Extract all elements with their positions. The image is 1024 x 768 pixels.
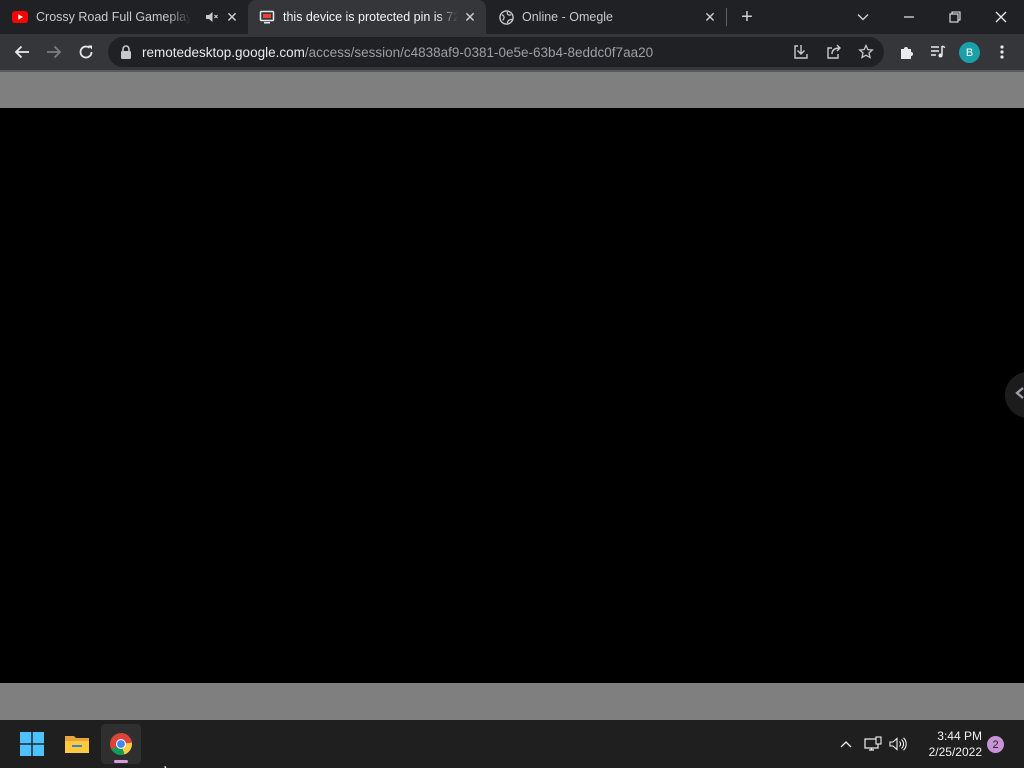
new-tab-button[interactable]: + <box>737 6 757 28</box>
profile-avatar[interactable]: B <box>959 42 980 63</box>
clock-time: 3:44 PM <box>937 729 982 743</box>
clock-date: 2/25/2022 <box>928 745 982 759</box>
remote-desktop-icon <box>259 9 275 25</box>
tab-title: Online - Omegle <box>522 10 614 24</box>
url-text: remotedesktop.google.com/access/session/… <box>142 45 653 60</box>
tab-strip: Crossy Road Full Gameplay Walkthrough ✕ … <box>0 0 1024 34</box>
restore-icon[interactable] <box>942 4 968 30</box>
running-indicator <box>114 760 128 763</box>
windows-start-icon[interactable] <box>12 724 52 764</box>
mouse-pointer-icon <box>164 763 174 768</box>
close-tab-icon[interactable]: ✕ <box>223 8 241 26</box>
tab-title: Crossy Road Full Gameplay Walkthrough <box>36 10 191 24</box>
back-arrow-icon[interactable] <box>10 40 34 64</box>
tab-remote-desktop[interactable]: this device is protected pin is 723 ✕ <box>248 0 486 34</box>
youtube-icon <box>12 9 28 25</box>
reload-icon[interactable] <box>74 40 98 64</box>
system-clock[interactable]: 3:44 PM 2/25/2022 <box>912 728 982 760</box>
address-bar[interactable]: remotedesktop.google.com/access/session/… <box>108 37 884 67</box>
volume-icon[interactable] <box>888 734 908 754</box>
share-icon[interactable] <box>824 42 844 62</box>
network-icon[interactable] <box>863 734 883 754</box>
tab-crossy-road[interactable]: Crossy Road Full Gameplay Walkthrough ✕ <box>12 0 246 34</box>
tab-divider <box>726 8 727 26</box>
extensions-puzzle-icon[interactable] <box>895 40 919 64</box>
letterbox-top <box>0 70 1024 108</box>
muted-speaker-icon[interactable] <box>204 9 220 25</box>
windows-taskbar: 3:44 PM 2/25/2022 2 <box>0 720 1024 768</box>
letterbox-bottom <box>0 683 1024 720</box>
notification-badge[interactable]: 2 <box>987 736 1004 753</box>
close-window-icon[interactable] <box>988 4 1014 30</box>
tab-search-chevron-down-icon[interactable] <box>850 4 876 30</box>
remote-session-viewport[interactable] <box>0 70 1024 720</box>
bookmark-star-icon[interactable] <box>856 42 876 62</box>
browser-toolbar: remotedesktop.google.com/access/session/… <box>0 34 1024 70</box>
lock-icon[interactable] <box>120 45 132 59</box>
session-options-panel-handle[interactable] <box>1005 372 1024 418</box>
media-control-icon[interactable] <box>926 40 950 64</box>
url-path: /access/session/c4838af9-0381-0e5e-63b4-… <box>304 45 654 60</box>
chrome-icon[interactable] <box>101 724 141 764</box>
close-tab-icon[interactable]: ✕ <box>701 8 719 26</box>
tab-title: this device is protected pin is 723 <box>283 10 458 24</box>
more-options-icon[interactable] <box>990 40 1014 64</box>
tab-omegle[interactable]: Online - Omegle ✕ <box>498 0 726 34</box>
file-explorer-icon[interactable] <box>57 724 97 764</box>
url-host: remotedesktop.google.com <box>142 45 305 60</box>
globe-icon <box>498 9 514 25</box>
close-tab-icon[interactable]: ✕ <box>461 8 479 26</box>
minimize-icon[interactable] <box>896 4 922 30</box>
forward-arrow-icon[interactable] <box>42 40 66 64</box>
install-app-icon[interactable] <box>791 42 811 62</box>
chevron-left-icon <box>1015 386 1024 404</box>
chevron-up-icon[interactable] <box>836 734 856 754</box>
